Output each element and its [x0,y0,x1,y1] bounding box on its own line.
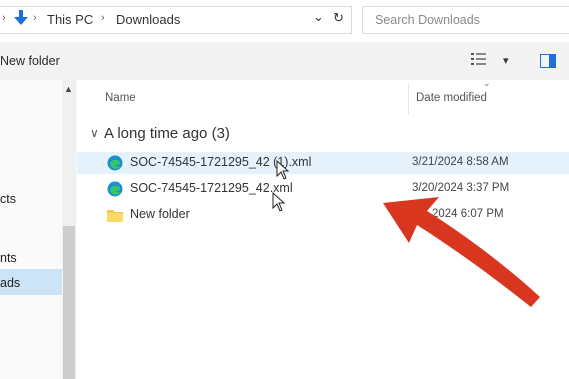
mouse-cursor-icon [272,192,286,212]
file-date: 3/21/2024 8:58 AM [412,156,509,168]
folder-icon [107,210,123,222]
collapse-chevron-icon[interactable]: ∨ [90,126,99,140]
breadcrumb-this-pc[interactable]: This PC [47,12,93,27]
edge-icon [107,181,123,197]
column-header-date-modified[interactable]: Date modified [416,92,487,104]
download-arrow-icon [14,10,28,25]
sidebar-item-downloads[interactable]: ads [0,276,20,290]
view-options-icon[interactable] [471,52,491,68]
search-placeholder: Search Downloads [375,13,480,27]
sort-caret-icon: ⌄ [483,78,491,88]
file-row[interactable]: SOC-74545-1721295_42 (1).xml 3/21/2024 8… [77,152,569,174]
file-name: New folder [130,207,190,221]
address-bar-area: › › This PC › Downloads ⌄ ↻ Search Downl… [0,0,569,40]
scrollbar-thumb[interactable] [63,226,75,379]
refresh-icon[interactable]: ↻ [333,10,344,26]
address-dropdown-icon[interactable]: ⌄ [313,9,324,25]
toolbar: New folder ▾ [0,42,569,80]
group-label: A long time ago (3) [104,125,230,142]
view-dropdown-icon[interactable]: ▾ [503,54,509,67]
sidebar-item-documents[interactable]: cts [0,192,16,206]
file-date: 3/20/2024 3:37 PM [412,182,510,194]
column-divider[interactable] [408,84,409,114]
breadcrumb-separator: › [2,12,6,24]
red-arrow-icon [383,197,540,307]
breadcrumb-downloads[interactable]: Downloads [116,12,180,27]
mouse-cursor-icon [276,160,290,180]
edge-icon [107,155,123,171]
scroll-up-icon[interactable]: ▲ [64,84,73,94]
sidebar-item-documents-2[interactable]: nts [0,251,17,265]
new-folder-button[interactable]: New folder [0,54,60,68]
column-header-name[interactable]: Name [105,92,136,104]
search-input[interactable]: Search Downloads [362,6,569,34]
breadcrumb-separator: › [33,12,37,24]
preview-pane-icon[interactable] [540,54,556,68]
file-name: SOC-74545-1721295_42.xml [130,181,293,195]
breadcrumb-separator: › [101,12,105,24]
